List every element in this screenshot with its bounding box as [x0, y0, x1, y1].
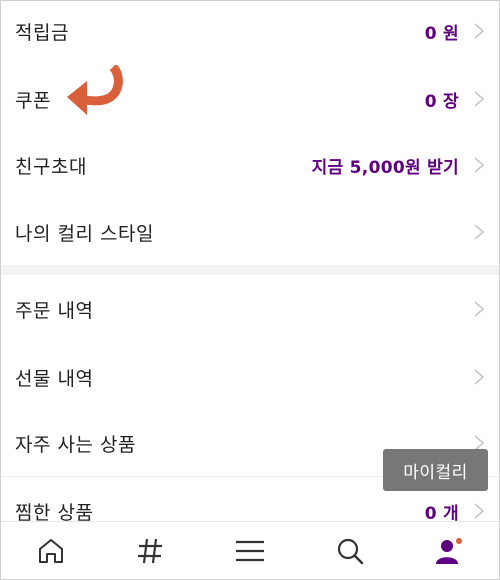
chevron-right-icon [474, 301, 485, 317]
menu-item-right [473, 368, 485, 386]
menu-item-points[interactable]: 적립금 0 원 [1, 1, 499, 65]
tab-search[interactable] [320, 522, 380, 580]
home-icon [38, 538, 63, 563]
menu-item-invite-friends[interactable]: 친구초대 지금 5,000원 받기 [1, 131, 499, 199]
menu-icon [235, 540, 264, 561]
menu-item-label: 나의 컬리 스타일 [15, 222, 154, 245]
menu-item-right: 지금 5,000원 받기 [312, 153, 485, 178]
invite-reward-value: 지금 5,000원 받기 [311, 157, 459, 178]
coupons-value: 0 장 [424, 91, 459, 112]
mykurly-tooltip: 마이컬리 [383, 449, 488, 491]
user-icon [436, 537, 463, 564]
menu-item-right [473, 300, 485, 318]
chevron-right-icon [474, 503, 485, 519]
menu-item-label: 친구초대 [15, 155, 87, 178]
menu-item-label: 쿠폰 [15, 89, 51, 112]
wishlist-count: 0 개 [424, 503, 459, 524]
menu-item-label: 적립금 [15, 21, 69, 44]
menu-item-orders[interactable]: 주문 내역 [1, 275, 499, 343]
hashtag-icon [138, 538, 163, 563]
menu-item-label: 자주 사는 상품 [15, 433, 136, 456]
menu-item-right: 0 개 [425, 499, 485, 524]
tab-home[interactable] [21, 522, 81, 580]
tab-category[interactable] [220, 522, 280, 580]
tooltip-label: 마이컬리 [403, 462, 468, 483]
bottom-tab-bar [1, 521, 499, 579]
chevron-right-icon [474, 91, 485, 107]
mykurly-screen: 적립금 0 원 쿠폰 0 장 친구초대 지금 5,000원 받기 나의 컬리 스… [0, 0, 500, 580]
search-icon [337, 538, 363, 564]
chevron-right-icon [474, 369, 485, 385]
menu-item-right: 0 원 [425, 19, 485, 44]
tab-mykurly[interactable] [419, 522, 479, 580]
chevron-right-icon [474, 224, 485, 240]
chevron-right-icon [474, 157, 485, 173]
points-value: 0 원 [424, 23, 459, 44]
tab-hashtag[interactable] [120, 522, 180, 580]
menu-item-right [473, 223, 485, 241]
menu-item-right: 0 장 [425, 87, 485, 112]
menu-item-label: 주문 내역 [15, 299, 94, 322]
menu-item-gifts[interactable]: 선물 내역 [1, 343, 499, 411]
menu-item-label: 선물 내역 [15, 367, 94, 390]
annotation-arrow-icon [67, 65, 123, 115]
chevron-right-icon [474, 23, 485, 39]
menu-item-my-style[interactable]: 나의 컬리 스타일 [1, 198, 499, 266]
